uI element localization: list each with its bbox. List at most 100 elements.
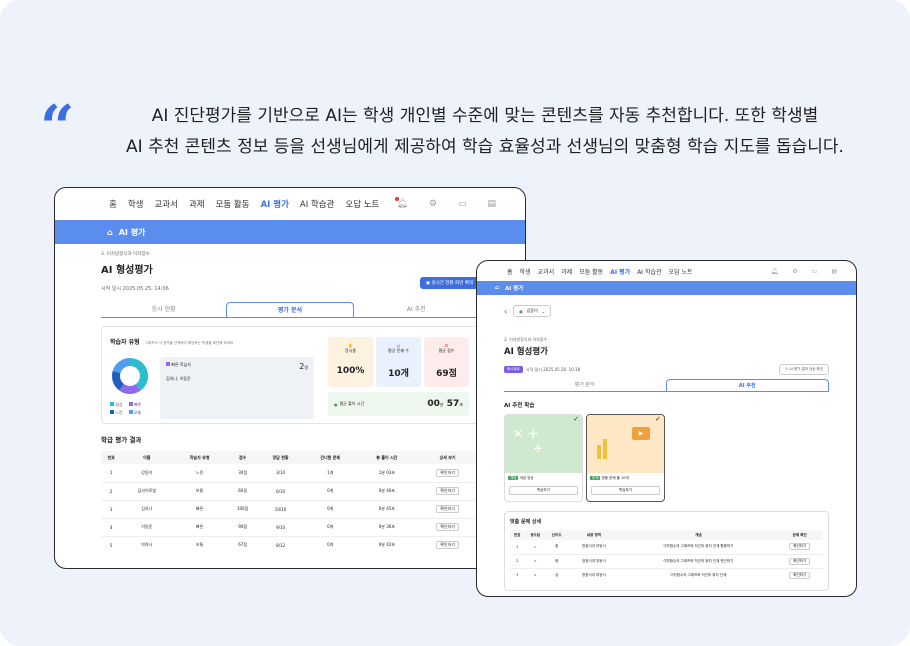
check-button[interactable]: 확인하기 xyxy=(789,571,811,579)
avg-time-value: 00분 57초 xyxy=(427,399,463,409)
live-status-button[interactable]: ▣ 실시간 현황 화면 확대 xyxy=(419,277,479,289)
student-select[interactable]: ● 김동이 ⌄ xyxy=(513,305,552,317)
target-button[interactable]: ✎ AI 평가 결과 대상 확인 xyxy=(779,364,829,375)
nav-home[interactable]: 홈 xyxy=(109,198,117,210)
selected-type-box: 빠른 학습자 2명 김하나, 이동준 xyxy=(160,357,314,419)
cell-skipped: 0개 xyxy=(327,506,334,511)
wrong-mark-icon: x xyxy=(534,544,537,549)
detail-button[interactable]: 확인하기 xyxy=(436,505,459,513)
avg-time-min-unit: 분 xyxy=(439,402,444,407)
cell-type: 보통 xyxy=(195,542,204,548)
cell-name: 이동준 xyxy=(141,524,153,529)
bell-icon[interactable]: 🔔︎ xyxy=(771,268,779,275)
nav-assignments[interactable]: 과제 xyxy=(189,198,205,210)
section-bar-label: AI 평가 xyxy=(504,286,524,292)
result-table-head: 번호 이름 학습자 유형 점수 정답 현황 건너뛴 문제 총 풀이 시간 상세 … xyxy=(101,451,479,464)
rec-card-concept[interactable]: ✕ ＋ ÷ ✓ 개념 개념 영상 학습하기 xyxy=(504,414,583,502)
col-type: 학습자 유형 xyxy=(189,454,210,460)
table-row: 2 x 중 방정식과 부등식 이차함수의 그래프와 직선의 위치 관계 판단하기… xyxy=(510,554,823,568)
cell-result: x xyxy=(524,540,546,554)
check-button[interactable]: 확인하기 xyxy=(789,543,811,551)
selected-type-row: 빠른 학습자 2명 xyxy=(166,362,308,371)
nav-group-activity[interactable]: 모둠 활동 xyxy=(216,198,250,210)
student-name: 김동이 xyxy=(526,308,538,313)
stat-value-questions: 10개 xyxy=(388,369,409,379)
bars-icon-2 xyxy=(603,439,607,459)
gear-icon[interactable]: ⚙︎ xyxy=(792,268,797,275)
detail-button[interactable]: 확인하기 xyxy=(436,468,459,477)
nav-ai-assessment[interactable]: AI 평가 xyxy=(610,267,630,276)
table-row: 4 이동준 빠른 90점 9/10 0개 0분 36초 확인하기 xyxy=(101,518,479,536)
home-icon: ⌂ xyxy=(495,285,499,291)
selected-count-wrap: 2명 xyxy=(299,362,308,371)
gear-icon[interactable]: ⚙︎ xyxy=(429,199,437,209)
nav-textbook[interactable]: 교과서 xyxy=(538,267,555,276)
cell-correct: 9/10 xyxy=(276,524,286,530)
chat-icon[interactable]: ▭ xyxy=(458,199,467,209)
document-icon[interactable]: ▤ xyxy=(831,268,837,275)
type-title-row: 학습자 유형 그래프의 각 영역을 선택하여 해당하는 학생을 확인해 보세요 xyxy=(110,337,233,346)
cell-no: 3 xyxy=(109,506,113,512)
concept-learn-button[interactable]: 학습하기 xyxy=(509,486,578,495)
nav-ai-learning[interactable]: AI 학습관 xyxy=(300,198,334,210)
detail-button[interactable]: 확인하기 xyxy=(436,523,459,531)
nav-assignments[interactable]: 과제 xyxy=(561,267,572,276)
legend-slow: 느린 xyxy=(110,410,123,416)
cell-score: 30점 xyxy=(238,469,248,475)
nav-textbook[interactable]: 교과서 xyxy=(154,198,177,210)
tab-analysis[interactable]: 평가 분석 xyxy=(226,302,354,317)
problem-learn-button[interactable]: 학습하기 xyxy=(591,486,660,495)
cell-check: 확인하기 xyxy=(776,554,823,568)
nav-wrong-note[interactable]: 오답 노트 xyxy=(345,198,379,210)
cell-time: 0분 40초 xyxy=(378,488,395,493)
breadcrumb: 3. 이차방정식과 이차함수 xyxy=(101,252,150,257)
rec-card-problem[interactable]: ▶ ✓ 문제 맞춤 문제 풀 10개 학습하기 xyxy=(586,414,665,502)
student-avatar-icon: ● xyxy=(519,308,523,314)
start-time-2: 시작 일시 2025.05.26. 10:18 xyxy=(525,366,581,372)
check-button[interactable]: 확인하기 xyxy=(789,557,811,565)
cell-name: 강동이 xyxy=(141,469,153,475)
detail-button[interactable]: 확인하기 xyxy=(436,541,459,550)
document-icon[interactable]: ▤ xyxy=(487,199,496,209)
learner-type-donut[interactable] xyxy=(110,356,150,396)
nav-ai-learning[interactable]: AI 학습관 xyxy=(637,267,661,276)
tab-ai-recommend[interactable]: AI 추천 xyxy=(354,302,479,317)
type-legend: 정상 빠른 느린 보통 xyxy=(110,402,152,416)
nav-wrong-note[interactable]: 오답 노트 xyxy=(669,267,693,276)
detail-button[interactable]: 확인하기 xyxy=(436,487,459,495)
detail-title: 맞춤 문제 상세 xyxy=(510,519,542,525)
result-title: 학급 평가 결과 xyxy=(101,436,142,444)
tab-ai-recommend-2[interactable]: AI 추천 xyxy=(665,379,829,391)
back-arrow-icon[interactable]: ‹ xyxy=(504,307,507,316)
stat-label-questions: 평균 문제 수 xyxy=(388,348,409,353)
tab-analysis-2[interactable]: 평가 분석 xyxy=(504,379,666,391)
cell-detail: 확인하기 xyxy=(416,482,479,500)
math-numbers-icon: ÷ xyxy=(533,441,544,455)
nav-students[interactable]: 학생 xyxy=(520,267,531,276)
concept-info: 개념 개념 영상 xyxy=(505,473,582,484)
nav-group-activity[interactable]: 모둠 활동 xyxy=(579,267,603,276)
cell-name: 김사이로빛 xyxy=(137,488,157,493)
headline: AI 진단평가를 기반으로 AI는 학생 개인별 수준에 맞는 콘텐츠를 자동 … xyxy=(80,101,890,163)
chat-icon[interactable]: ▭ xyxy=(812,268,818,275)
col-name: 이름 xyxy=(143,454,151,460)
table-row: 3 o 상 방정식과 부등식 이차함수의 그래프와 직선의 위치 관계 확인하기 xyxy=(510,568,823,582)
result-header-row: 번호 이름 학습자 유형 점수 정답 현황 건너뛴 문제 총 풀이 시간 상세 … xyxy=(101,451,479,464)
cell-difficulty: 중 xyxy=(555,544,559,549)
bell-icon[interactable]: 🔔︎ xyxy=(394,197,408,209)
tab-status[interactable]: 응시 현황 xyxy=(101,302,226,317)
cell-correct: 6/10 xyxy=(276,488,286,494)
col-correct: 정답 현황 xyxy=(272,454,289,460)
nav-ai-assessment[interactable]: AI 평가 xyxy=(261,198,289,210)
col-time: 총 풀이 시간 xyxy=(376,454,398,460)
cell-score: 90점 xyxy=(238,524,248,529)
nav-students[interactable]: 학생 xyxy=(128,198,144,210)
stat-label-rate: 응시율 xyxy=(344,348,357,353)
assessment-tabs: 응시 현황 평가 분석 AI 추천 xyxy=(101,302,479,318)
cell-check: 확인하기 xyxy=(776,568,823,582)
detail-table-body: 1 x 중 방정식과 부등식 이차함수의 그래프와 직선의 위치 관계 활용하기… xyxy=(510,540,823,582)
problem-thumbnail: ▶ ✓ xyxy=(587,415,664,473)
nav-home[interactable]: 홈 xyxy=(507,267,513,276)
legend-average: 보통 xyxy=(128,410,141,416)
cell-concept: 이차함수의 그래프와 직선의 위치 관계 xyxy=(670,572,727,577)
